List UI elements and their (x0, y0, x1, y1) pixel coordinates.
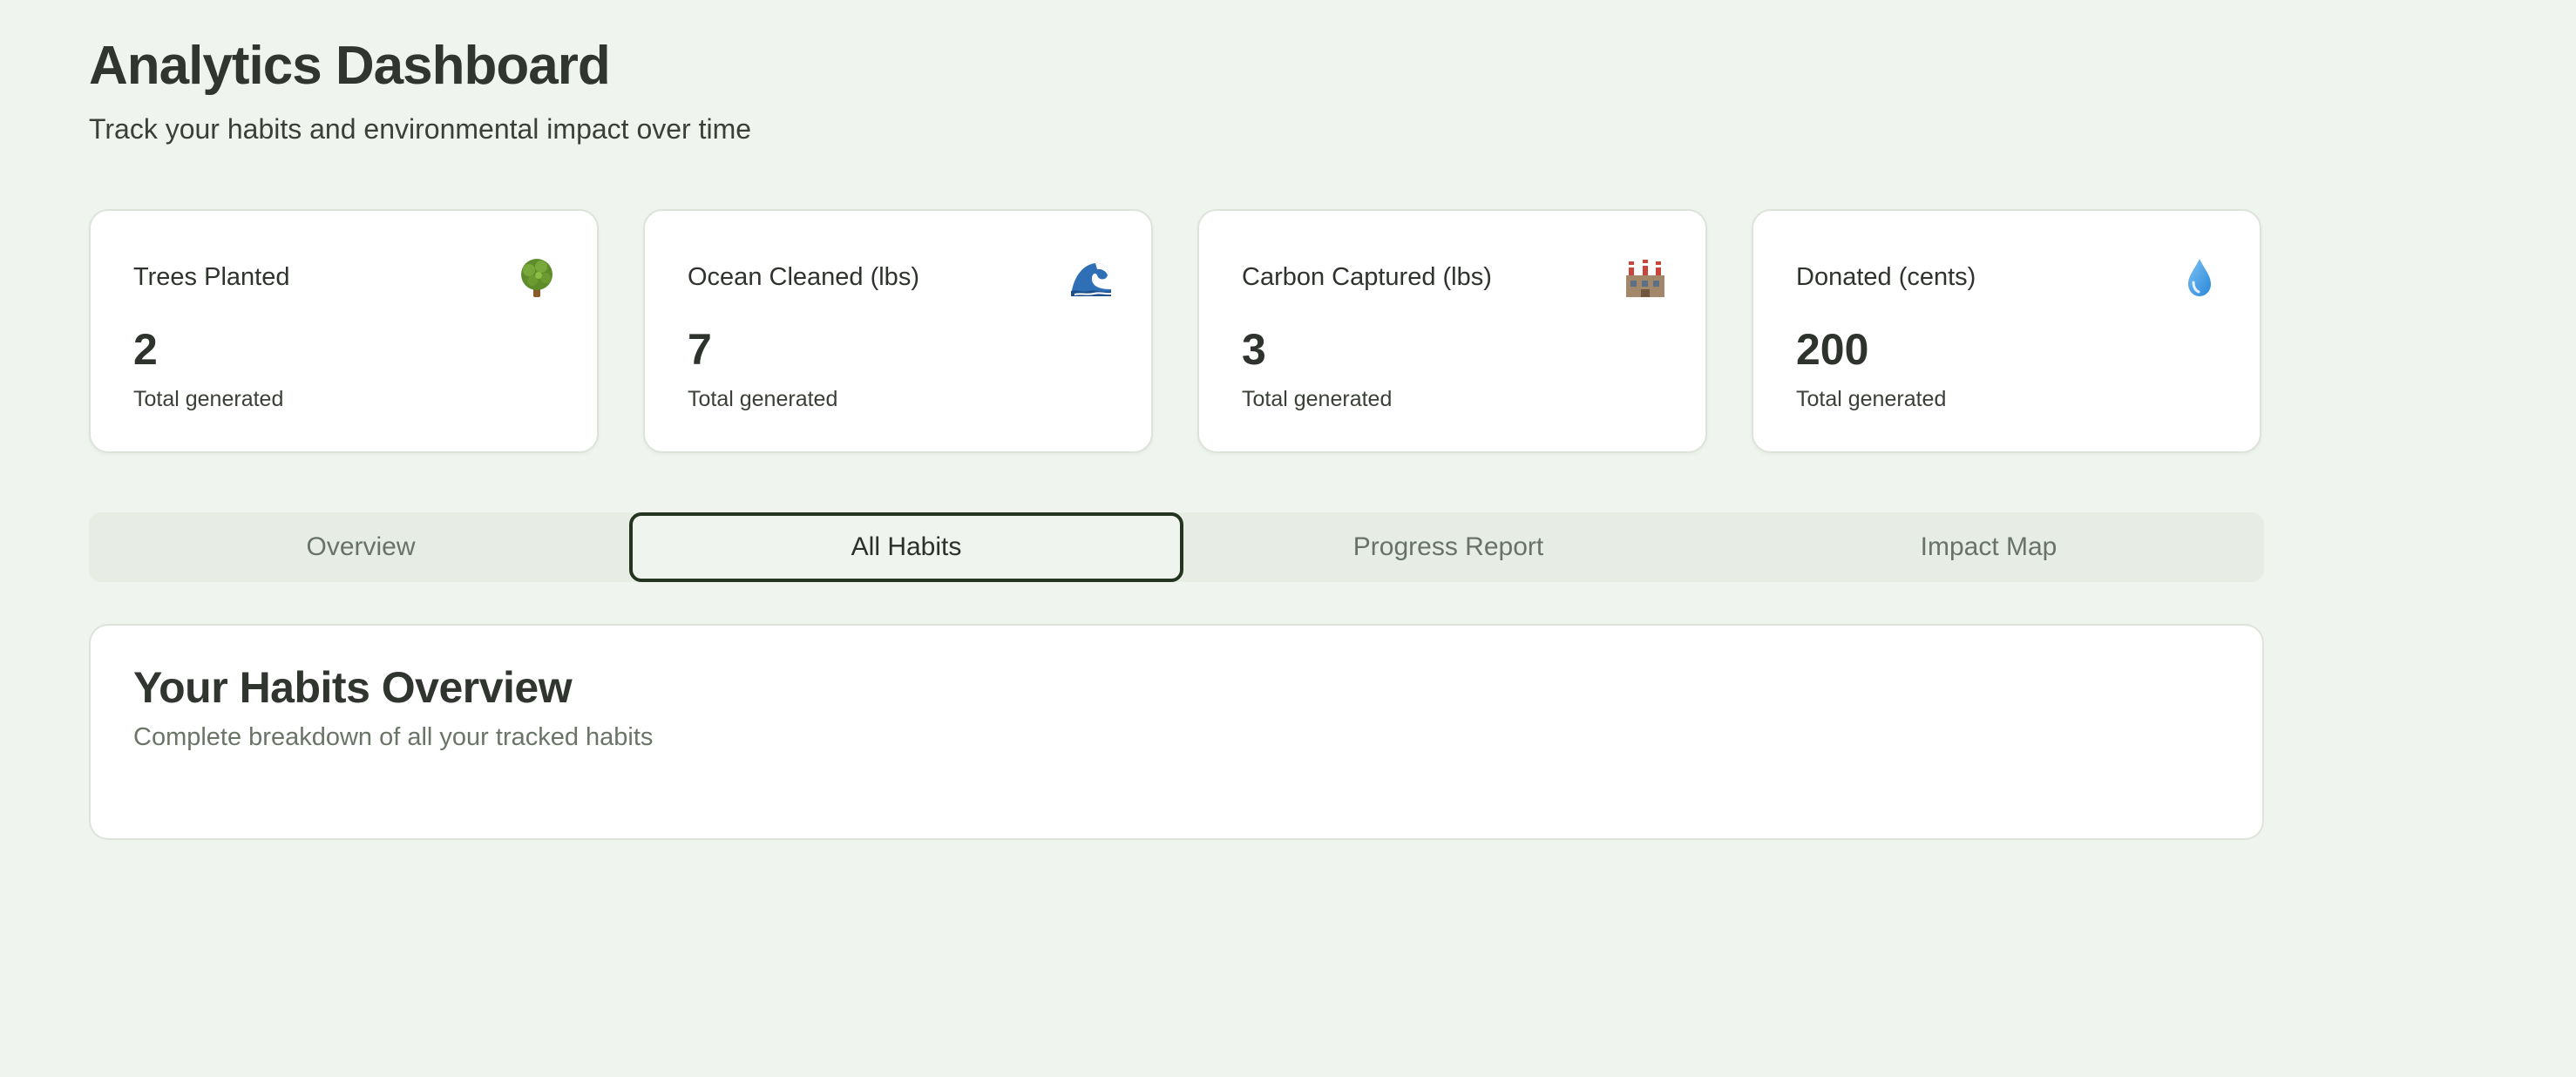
panel-subtitle: Complete breakdown of all your tracked h… (133, 723, 654, 751)
stat-label: Donated (cents) (1796, 263, 1976, 291)
stat-value: 200 (1796, 325, 1869, 374)
stat-card-donated: Donated (cents) 200 Total generated (1752, 209, 2261, 453)
panel-title: Your Habits Overview (133, 663, 573, 712)
page-title: Analytics Dashboard (89, 36, 611, 96)
tab-impact-map[interactable]: Impact Map (1717, 512, 2261, 582)
tab-progress-report[interactable]: Progress Report (1176, 512, 1720, 582)
stat-note: Total generated (1242, 387, 1393, 411)
habits-overview-panel: Your Habits Overview Complete breakdown … (89, 624, 2264, 840)
stat-label: Ocean Cleaned (lbs) (688, 263, 919, 291)
tree-icon (515, 256, 559, 300)
factory-icon (1624, 256, 1667, 300)
stat-value: 2 (133, 325, 158, 374)
stat-value: 3 (1242, 325, 1266, 374)
page-subtitle: Track your habits and environmental impa… (89, 113, 752, 145)
tab-all-habits[interactable]: All Habits (629, 512, 1183, 582)
droplet-icon (2178, 256, 2221, 300)
stat-card-ocean-cleaned: Ocean Cleaned (lbs) 7 Total generated (643, 209, 1153, 453)
stat-card-carbon-captured: Carbon Captured (lbs) 3 Total generated (1197, 209, 1707, 453)
tab-bar: Overview All Habits Progress Report Impa… (89, 512, 2264, 582)
stat-label: Trees Planted (133, 263, 290, 291)
stat-card-trees-planted: Trees Planted 2 Total generated (89, 209, 599, 453)
stat-label: Carbon Captured (lbs) (1242, 263, 1492, 291)
stat-value: 7 (688, 325, 712, 374)
stats-row: Trees Planted 2 Total generated Ocean Cl… (89, 209, 2264, 457)
wave-icon (1069, 256, 1113, 300)
stat-note: Total generated (133, 387, 284, 411)
tab-overview[interactable]: Overview (89, 512, 633, 582)
stat-note: Total generated (688, 387, 838, 411)
stat-note: Total generated (1796, 387, 1947, 411)
